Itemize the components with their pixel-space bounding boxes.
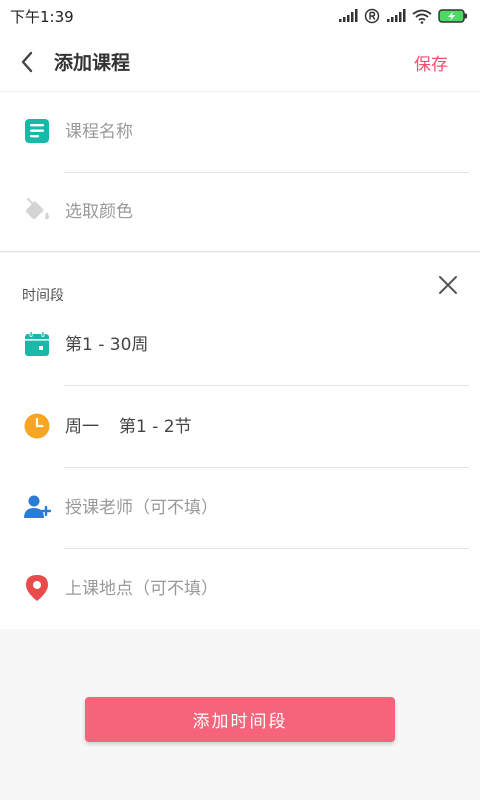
close-icon [439, 276, 457, 294]
teacher-row[interactable]: 授课老师（可不填） [0, 468, 480, 549]
course-color-row[interactable]: 选取颜色 [0, 172, 480, 253]
battery-charging-icon [438, 9, 467, 23]
teacher-input[interactable]: 授课老师（可不填） [65, 468, 218, 548]
wifi-icon [412, 9, 432, 24]
weeks-value[interactable]: 第1 - 30周 [65, 305, 148, 385]
sections-value: 第1 - 2节 [119, 417, 192, 437]
time-slot-label: 时间段 [22, 288, 64, 304]
weeks-row[interactable]: 第1 - 30周 [0, 305, 480, 386]
remove-time-slot-button[interactable] [436, 273, 460, 297]
day-section-row[interactable]: 周一 第1 - 2节 [0, 387, 480, 468]
course-info-section: 课程名称 选取颜色 [0, 92, 480, 252]
back-arrow-icon [21, 51, 33, 72]
divider [64, 385, 469, 386]
status-icons [338, 8, 468, 24]
course-name-row[interactable]: 课程名称 [0, 92, 480, 173]
course-name-input[interactable]: 课程名称 [65, 92, 133, 172]
day-value: 周一 [65, 417, 99, 437]
app-bar: 添加课程 保存 [0, 32, 480, 92]
status-bar: 下午1:39 [0, 0, 480, 32]
add-user-icon [22, 492, 52, 522]
location-row[interactable]: 上课地点（可不填） [0, 549, 480, 630]
signal-icon [339, 9, 358, 22]
paint-bucket-icon [22, 196, 52, 226]
day-sections-value[interactable]: 周一 第1 - 2节 [65, 387, 192, 467]
clock-icon [22, 411, 52, 441]
location-input[interactable]: 上课地点（可不填） [65, 549, 218, 629]
page-title: 添加课程 [54, 52, 131, 74]
roaming-icon [364, 8, 380, 24]
calendar-icon [22, 329, 52, 359]
add-time-slot-button[interactable]: 添加时间段 [85, 697, 395, 742]
document-icon [22, 116, 52, 146]
signal-icon [387, 9, 406, 22]
save-button[interactable]: 保存 [414, 32, 448, 92]
status-time: 下午1:39 [10, 7, 74, 26]
back-button[interactable] [0, 32, 54, 92]
location-pin-icon [22, 573, 52, 603]
color-picker-field[interactable]: 选取颜色 [65, 172, 133, 252]
time-slot-section: 时间段 第1 - 30周 周一 第1 - 2节 授课老师（可不填） 上课地点（可… [0, 253, 480, 629]
